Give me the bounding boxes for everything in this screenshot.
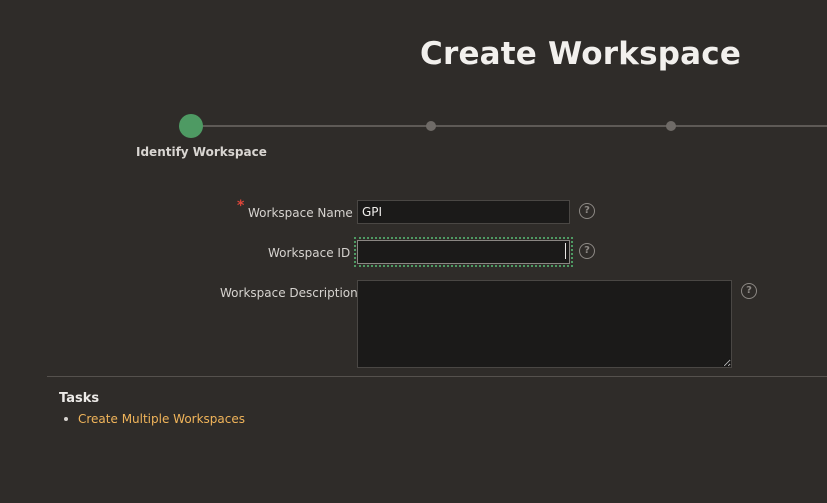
create-multiple-workspaces-link[interactable]: Create Multiple Workspaces [78, 412, 245, 426]
workspace-description-label: Workspace Description [220, 286, 358, 300]
wizard-step-current [179, 114, 203, 138]
tasks-heading: Tasks [59, 391, 100, 406]
wizard-step-2 [426, 121, 436, 131]
workspace-id-input[interactable] [354, 237, 573, 267]
section-divider [47, 376, 827, 377]
workspace-description-textarea[interactable] [357, 280, 732, 368]
page-title: Create Workspace [420, 36, 742, 72]
create-workspace-page: Create Workspace Identify Workspace * Wo… [0, 0, 827, 503]
wizard-step-label: Identify Workspace [136, 145, 267, 159]
question-circle-icon[interactable]: ? [741, 283, 757, 299]
bullet [64, 416, 68, 421]
question-circle-icon[interactable]: ? [579, 203, 595, 219]
wizard-progress-track [200, 125, 827, 127]
workspace-id-label: Workspace ID [268, 246, 351, 260]
required-indicator: * [237, 198, 245, 214]
tasks-list: Create Multiple Workspaces [59, 412, 245, 426]
list-item: Create Multiple Workspaces [59, 412, 245, 426]
workspace-name-input[interactable] [357, 200, 570, 224]
wizard-step-3 [666, 121, 676, 131]
question-circle-icon[interactable]: ? [579, 243, 595, 259]
workspace-name-label: Workspace Name [248, 206, 353, 220]
text-caret [565, 243, 566, 259]
